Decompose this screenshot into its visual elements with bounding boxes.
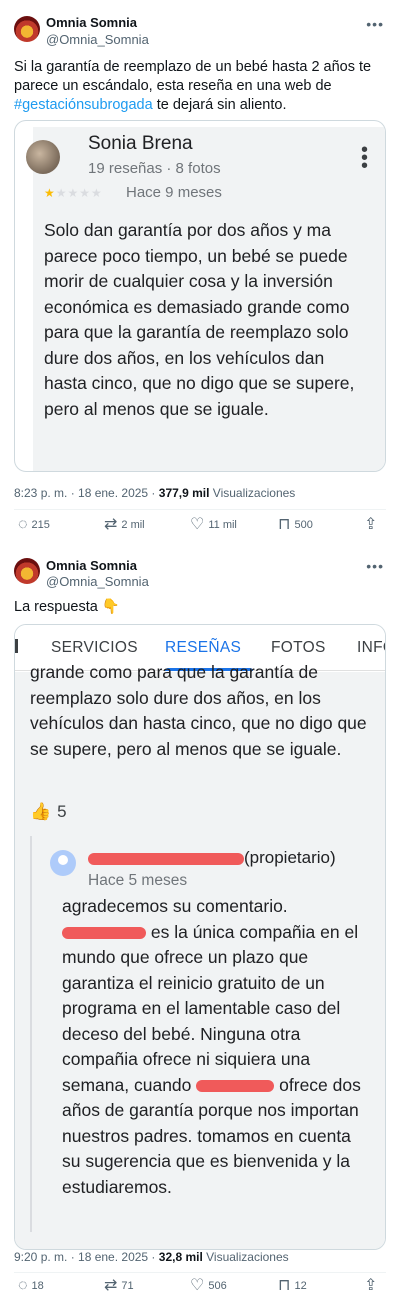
share-icon: ⇪ <box>364 1277 378 1294</box>
views-label: Visualizaciones <box>209 486 296 500</box>
like-button[interactable]: ♡ 506 <box>190 1278 227 1294</box>
helpful-button[interactable]: 👍 5 <box>30 802 67 822</box>
owner-suffix: (propietario) <box>244 848 336 867</box>
bookmark-button[interactable]: ⊓ 12 <box>278 1278 307 1294</box>
author-avatar[interactable] <box>14 558 40 584</box>
author-handle[interactable]: @Omnia_Somnia <box>46 32 149 47</box>
heart-icon: ♡ <box>190 516 205 533</box>
helpful-count: 5 <box>57 802 67 821</box>
tab-edge <box>15 639 18 653</box>
action-bar: ◌ 18 ⇄ 71 ♡ 506 ⊓ 12 ⇪ <box>14 1278 386 1302</box>
tweet-2: Omnia Somnia @Omnia_Somnia ••• La respue… <box>0 548 400 1306</box>
repost-button[interactable]: ⇄ 2 mil <box>104 517 145 533</box>
author-name[interactable]: Omnia Somnia <box>46 558 137 573</box>
star-icon: ★ <box>44 186 56 200</box>
owner-avatar <box>50 850 76 876</box>
timestamp-text: 9:20 p. m. · 18 ene. 2025 · <box>14 1250 159 1264</box>
repost-icon: ⇄ <box>104 516 118 533</box>
author-name[interactable]: Omnia Somnia <box>46 15 137 30</box>
author-avatar[interactable] <box>14 16 40 42</box>
hashtag-link[interactable]: #gestaciónsubrogada <box>14 97 153 113</box>
tab-fotos[interactable]: FOTOS <box>271 639 326 657</box>
reviewer-name: Sonia Brena <box>88 133 193 154</box>
reply-button[interactable]: ◌ 18 <box>18 1278 44 1294</box>
bookmark-count: 500 <box>294 519 313 531</box>
bookmark-button[interactable]: ⊓ 500 <box>278 517 313 533</box>
tweet-timestamp[interactable]: 9:20 p. m. · 18 ene. 2025 · 32,8 mil Vis… <box>14 1250 289 1264</box>
tweet-timestamp[interactable]: 8:23 p. m. · 18 ene. 2025 · 377,9 mil Vi… <box>14 486 295 500</box>
action-bar: ◌ 215 ⇄ 2 mil ♡ 11 mil ⊓ 500 ⇪ <box>14 517 386 541</box>
bookmark-icon: ⊓ <box>278 516 291 533</box>
views-label: Visualizaciones <box>202 1250 289 1264</box>
star-rating: ★★★★★ <box>44 186 103 200</box>
owner-response-body: agradecemos su comentario. es la única c… <box>62 894 372 1200</box>
tab-servicios[interactable]: SERVICIOS <box>51 639 138 657</box>
bookmark-icon: ⊓ <box>278 1277 291 1294</box>
share-button[interactable]: ⇪ <box>364 1278 377 1294</box>
redaction-mark <box>62 926 146 939</box>
repost-count: 71 <box>121 1280 134 1292</box>
author-handle[interactable]: @Omnia_Somnia <box>46 574 149 589</box>
bookmark-count: 12 <box>294 1280 307 1292</box>
repost-icon: ⇄ <box>104 1277 118 1294</box>
owner-response-time: Hace 5 meses <box>88 872 188 889</box>
like-button[interactable]: ♡ 11 mil <box>190 517 237 533</box>
ellipsis-icon[interactable]: ••• <box>366 558 384 574</box>
heart-icon: ♡ <box>190 1277 205 1294</box>
reply-count: 215 <box>31 519 50 531</box>
reply-icon: ◌ <box>18 516 28 533</box>
tweet-text: Si la garantía de reemplazo de un bebé h… <box>14 58 386 115</box>
review-body-tail: grande como para que la garantía de reem… <box>30 662 367 759</box>
reply-button[interactable]: ◌ 215 <box>18 517 50 533</box>
timestamp-text: 8:23 p. m. · 18 ene. 2025 · <box>14 486 159 500</box>
tab-info[interactable]: INFO <box>357 639 385 657</box>
like-count: 506 <box>208 1280 227 1292</box>
views-count: 377,9 mil <box>158 486 210 500</box>
divider <box>14 1272 386 1273</box>
review-more-icon: • • • <box>360 139 368 177</box>
owner-text-part: es la única compañia en el mundo que ofr… <box>62 921 359 1095</box>
repost-button[interactable]: ⇄ 71 <box>104 1278 134 1294</box>
repost-count: 2 mil <box>121 519 145 531</box>
tab-resenas[interactable]: RESEÑAS <box>165 639 241 657</box>
share-icon: ⇪ <box>364 516 378 533</box>
owner-text-part: agradecemos su comentario. <box>62 896 288 916</box>
like-count: 11 mil <box>208 519 237 531</box>
redaction-mark <box>88 852 244 865</box>
share-button[interactable]: ⇪ <box>364 517 377 533</box>
redaction-mark <box>196 1079 275 1092</box>
tweet-text-part: Si la garantía de reemplazo de un bebé h… <box>14 59 372 94</box>
divider <box>14 509 386 510</box>
tweet-text: La respuesta 👇 <box>14 599 120 615</box>
tweet-1: Omnia Somnia @Omnia_Somnia ••• Si la gar… <box>0 0 400 548</box>
reviewer-avatar <box>26 140 60 174</box>
star-icon: ★★★★ <box>55 186 103 200</box>
tweet-text-part: te dejará sin aliento. <box>152 97 287 113</box>
owner-response: (propietario) Hace 5 meses agradecemos s… <box>30 836 382 1232</box>
reviewer-meta: 19 reseñas · 8 fotos <box>88 160 221 177</box>
owner-name: (propietario) <box>88 848 336 868</box>
reply-icon: ◌ <box>18 1277 28 1294</box>
review-time: Hace 9 meses <box>126 184 222 201</box>
thumbs-up-icon: 👍 <box>30 802 52 821</box>
ellipsis-icon[interactable]: ••• <box>366 16 384 32</box>
views-count: 32,8 mil <box>158 1250 203 1264</box>
review-body: Solo dan garantía por dos años y ma pare… <box>44 220 355 419</box>
reply-count: 18 <box>31 1280 44 1292</box>
